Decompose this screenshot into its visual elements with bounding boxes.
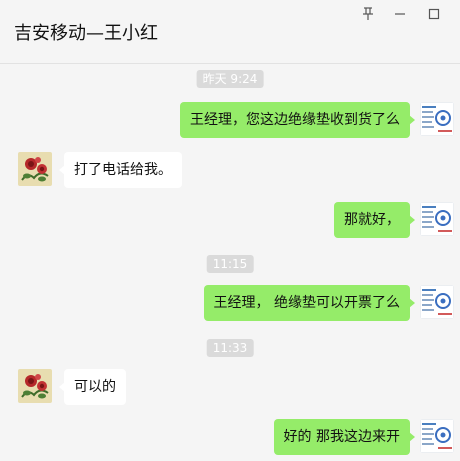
message-bubble-received[interactable]: 可以的 — [59, 369, 126, 405]
pin-icon[interactable] — [358, 4, 378, 24]
contact-avatar[interactable] — [18, 369, 52, 403]
message-bubble-received[interactable]: 打了电话给我。 — [59, 152, 182, 188]
timestamp: 11:33 — [206, 339, 254, 357]
timestamp: 昨天 9:24 — [196, 70, 264, 88]
my-avatar[interactable] — [420, 419, 454, 453]
contact-avatar[interactable] — [18, 152, 52, 186]
message-bubble-sent[interactable]: 好的 那我这边来开 — [273, 419, 416, 455]
chat-header: 吉安移动—王小红 — [0, 0, 460, 64]
my-avatar[interactable] — [420, 102, 454, 136]
message-bubble-sent[interactable]: 王经理，您这边绝缘垫收到货了么 — [180, 102, 415, 138]
my-avatar[interactable] — [420, 285, 454, 319]
timestamp: 11:15 — [206, 255, 254, 273]
minimize-icon[interactable] — [390, 4, 410, 24]
message-bubble-sent[interactable]: 那就好， — [334, 202, 415, 238]
my-avatar[interactable] — [420, 202, 454, 236]
chat-title: 吉安移动—王小红 — [14, 23, 158, 44]
maximize-icon[interactable] — [424, 4, 444, 24]
message-bubble-sent[interactable]: 王经理， 绝缘垫可以开票了么 — [203, 285, 416, 321]
